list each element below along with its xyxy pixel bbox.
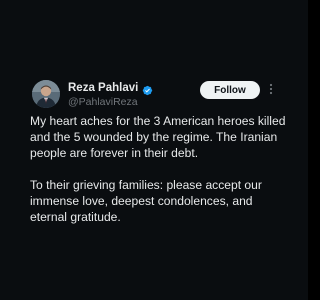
avatar[interactable] — [32, 80, 60, 108]
tweet-body: My heart aches for the 3 American heroes… — [30, 113, 290, 225]
author-handle[interactable]: @PahlaviReza — [68, 96, 138, 108]
tweet-paragraph: My heart aches for the 3 American heroes… — [30, 114, 286, 160]
follow-button[interactable]: Follow — [200, 81, 260, 99]
screen-background: Reza Pahlavi @PahlaviReza Follow My hear… — [0, 0, 308, 300]
verified-badge-icon — [142, 83, 153, 95]
author-display-name[interactable]: Reza Pahlavi — [68, 82, 138, 94]
tweet-card: Reza Pahlavi @PahlaviReza Follow My hear… — [20, 68, 288, 238]
author-name-row: Reza Pahlavi — [68, 81, 153, 95]
more-options-icon[interactable] — [267, 82, 275, 96]
avatar-image — [32, 80, 60, 108]
tweet-paragraph: To their grieving families: please accep… — [30, 178, 262, 224]
